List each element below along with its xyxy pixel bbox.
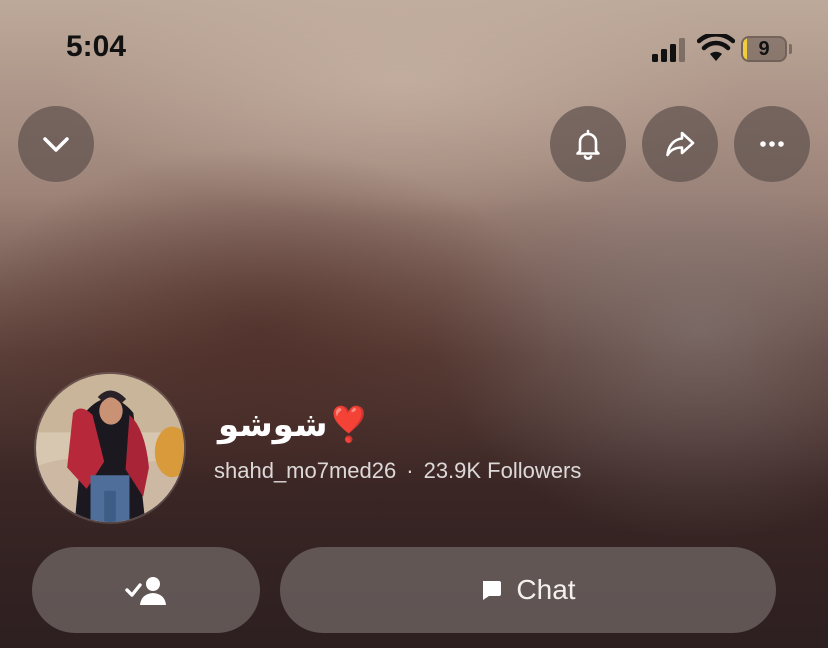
more-options-button[interactable] — [734, 106, 810, 182]
friend-status-button[interactable] — [32, 547, 260, 633]
chat-bubble-icon — [483, 581, 502, 600]
chat-button[interactable]: Chat — [280, 547, 776, 633]
notifications-button[interactable] — [550, 106, 626, 182]
avatar-photo — [36, 374, 184, 522]
collapse-button[interactable] — [18, 106, 94, 182]
bell-icon — [576, 129, 600, 160]
chat-label: Chat — [516, 574, 576, 605]
more-dots-icon — [760, 141, 784, 147]
cellular-signal-icon — [652, 38, 685, 62]
battery-indicator: 9 — [741, 36, 793, 64]
followers-count[interactable]: 23.9K Followers — [424, 458, 582, 483]
battery-nub — [789, 44, 792, 54]
battery-level: 9 — [758, 38, 770, 60]
share-button[interactable] — [642, 106, 718, 182]
username: shahd_mo7med26 — [214, 458, 397, 483]
separator-dot: · — [406, 458, 414, 483]
status-bar: 5:04 9 — [0, 0, 828, 100]
wifi-icon — [697, 34, 735, 61]
share-arrow-icon — [666, 131, 695, 157]
display-name: شوشو❣️ — [218, 405, 370, 445]
added-friend-icon — [125, 577, 166, 605]
chevron-down-icon — [43, 137, 69, 152]
profile-subline: shahd_mo7med26 · 23.9K Followers — [214, 458, 581, 484]
profile-avatar[interactable] — [34, 372, 186, 524]
status-time: 5:04 — [66, 30, 127, 63]
